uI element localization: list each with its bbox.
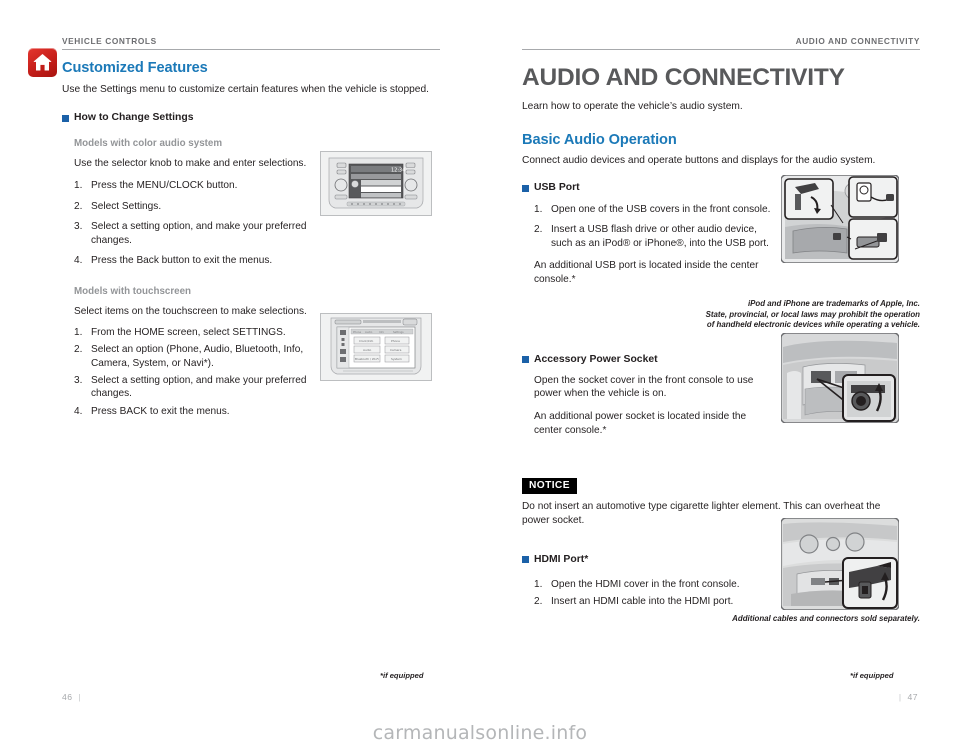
blue-square-bullet-icon <box>522 556 529 564</box>
svg-text:Audio: Audio <box>363 348 371 352</box>
step-number: 2. <box>534 596 543 608</box>
step-number: 1. <box>74 180 83 192</box>
left-page: VEHICLE CONTROLS Customized Features Use… <box>0 0 480 750</box>
svg-text:Bluetooth / Wi-Fi: Bluetooth / Wi-Fi <box>355 357 379 361</box>
step-text: Select Settings. <box>91 200 162 212</box>
svg-text:Phone: Phone <box>391 339 400 343</box>
step-number: 4. <box>74 405 83 417</box>
trademark-line: State, provincial, or local laws may pro… <box>705 309 920 319</box>
list-item: 3. Select a setting option, and make your… <box>74 374 332 401</box>
trademark-line: of handheld electronic devices while ope… <box>706 320 920 330</box>
step-text: From the HOME screen, select SETTINGS. <box>91 326 286 338</box>
section-title-basic-audio-operation: Basic Audio Operation <box>522 132 677 148</box>
step-number: 2. <box>74 200 83 212</box>
running-head-left: VEHICLE CONTROLS <box>62 36 157 46</box>
right-page: AUDIO AND CONNECTIVITY AUDIO AND CONNECT… <box>480 0 960 750</box>
svg-text:Clock/Info: Clock/Info <box>359 339 374 343</box>
running-head-right: AUDIO AND CONNECTIVITY <box>795 36 920 46</box>
subsection-label: USB Port <box>534 182 580 193</box>
trademark-notice: iPod and iPhone are trademarks of Apple,… <box>522 299 920 331</box>
blue-square-bullet-icon <box>62 114 69 122</box>
subsection-label: How to Change Settings <box>74 112 194 123</box>
footnote-right: *if equipped <box>850 671 894 680</box>
step-text: Insert a USB flash drive or other audio … <box>551 224 769 249</box>
hdmi-port-front-console-figure <box>780 517 900 615</box>
folio-number: 46 <box>62 692 73 702</box>
accessory-power-socket-figure <box>780 332 900 428</box>
hdmi-figure-caption: Additional cables and connectors sold se… <box>732 614 920 623</box>
step-text: Press BACK to exit the menus. <box>91 405 230 417</box>
step-number: 2. <box>534 224 543 236</box>
footnote-left: *if equipped <box>380 671 424 680</box>
header-rule-right <box>522 49 920 50</box>
status-badge-notice: NOTICE <box>522 478 577 495</box>
svg-text:Phone: Phone <box>353 330 361 334</box>
svg-text:12:34: 12:34 <box>391 168 405 174</box>
step-number: 1. <box>534 204 543 215</box>
list-item: 2. Select an option (Phone, Audio, Blueto… <box>74 343 336 370</box>
step-number: 3. <box>74 375 83 387</box>
step-text: Open the HDMI cover in the front console… <box>551 578 740 590</box>
list-item: 2. Insert a USB flash drive or other audi… <box>534 223 776 250</box>
list-item: 4. Press the Back button to exit the menu… <box>74 254 440 267</box>
blue-square-bullet-icon <box>522 184 529 192</box>
step-number: 2. <box>74 344 83 356</box>
page-number-left: 46 | <box>62 692 81 702</box>
folio-divider: | <box>898 692 905 702</box>
touchscreen-settings-display-figure: Phone Audio Info Settings Clock/Info Phone … <box>320 313 432 381</box>
step-number: 4. <box>74 255 83 267</box>
model-label-touchscreen: Models with touchscreen <box>74 286 192 298</box>
chapter-title: AUDIO AND CONNECTIVITY <box>522 64 845 91</box>
svg-text:Audio: Audio <box>365 330 373 334</box>
step-text: Press the Back button to exit the menus. <box>91 255 273 267</box>
page-number-right: | 47 <box>899 692 918 702</box>
blue-square-bullet-icon <box>522 356 529 364</box>
step-text: Open one of the USB covers in the front … <box>551 204 771 215</box>
svg-text:System: System <box>391 357 402 361</box>
step-number: 1. <box>74 326 83 338</box>
subsection-how-to-change-settings: How to Change Settings <box>62 111 440 125</box>
model-label-color-audio: Models with color audio system <box>74 138 223 149</box>
list-item: 1. Open one of the USB covers in the fron… <box>534 203 784 216</box>
trademark-line: iPod and iPhone are trademarks of Apple,… <box>747 299 920 309</box>
list-item: 4. Press BACK to exit the menus. <box>74 405 440 418</box>
step-text: Select a setting option, and make your p… <box>91 375 307 400</box>
svg-text:Camera: Camera <box>390 348 402 352</box>
subsection-label: Accessory Power Socket <box>534 353 658 365</box>
usb-port-note: An additional USB port is located inside… <box>534 260 759 285</box>
svg-text:Settings: Settings <box>393 330 404 334</box>
page-title-customized-features: Customized Features <box>62 60 208 76</box>
step-text: Select a setting option, and make your p… <box>91 221 307 246</box>
folio-divider: | <box>75 692 82 702</box>
step-text: Insert an HDMI cable into the HDMI port. <box>551 596 734 608</box>
subsection-label: HDMI Port* <box>534 553 589 565</box>
color-audio-system-display-figure: 12:34 <box>320 151 432 216</box>
step-text: Press the MENU/CLOCK button. <box>91 180 238 192</box>
step-number: 3. <box>74 221 83 233</box>
step-number: 1. <box>534 578 543 590</box>
home-icon <box>28 48 57 77</box>
header-rule-left <box>62 49 440 50</box>
step-text: Select an option (Phone, Audio, Bluetoot… <box>91 344 304 369</box>
list-item: 3. Select a setting option, and make your… <box>74 220 332 247</box>
svg-text:Info: Info <box>379 330 384 334</box>
manual-page-spread: VEHICLE CONTROLS Customized Features Use… <box>0 0 960 750</box>
section-intro-right: Connect audio devices and operate button… <box>522 155 876 166</box>
chapter-intro: Learn how to operate the vehicle’s audio… <box>522 101 743 112</box>
power-socket-paragraph: Open the socket cover in the front conso… <box>534 374 754 399</box>
folio-number: 47 <box>907 692 918 702</box>
section-intro-left: Use the Settings menu to customize certa… <box>62 84 429 95</box>
usb-port-front-console-figure <box>780 174 900 268</box>
site-watermark: carmanualsonline.info <box>372 722 588 744</box>
power-socket-paragraph: An additional power socket is located in… <box>534 411 747 436</box>
